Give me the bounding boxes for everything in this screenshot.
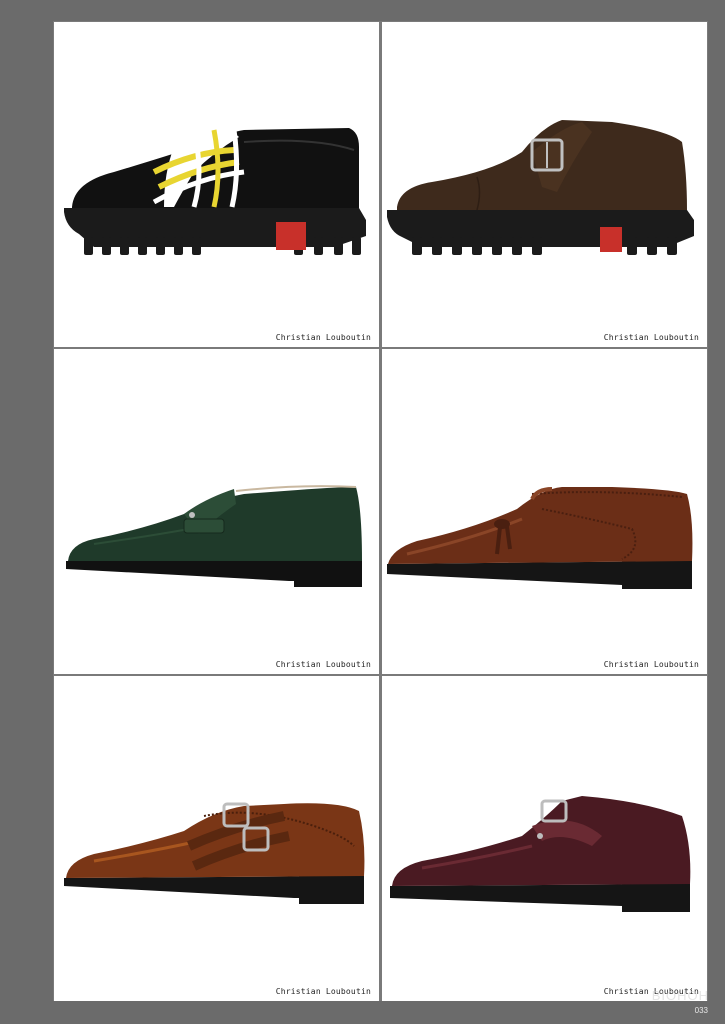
watermark: BIOHOH [651, 988, 709, 1003]
brand-caption: Christian Louboutin [603, 333, 699, 342]
green-loafer-image [66, 485, 362, 587]
black-patent-loafer-image [64, 128, 366, 255]
brown-suede-monk-image [387, 120, 694, 255]
panel-middle-left: Christian Louboutin [54, 349, 379, 674]
panel-bottom-right: Christian Louboutin [382, 676, 707, 1001]
panel-bottom-left: Christian Louboutin [54, 676, 379, 1001]
panel-middle-right: Christian Louboutin [382, 349, 707, 674]
catalog-sheet: Christian Louboutin Christian Louboutin [53, 21, 708, 1001]
brand-caption: Christian Louboutin [275, 660, 371, 669]
brown-tassel-loafer-image [387, 487, 693, 589]
brand-caption: Christian Louboutin [275, 987, 371, 996]
page-number: 033 [694, 1006, 708, 1015]
brand-caption: Christian Louboutin [275, 333, 371, 342]
brown-double-monk-image [64, 802, 365, 904]
burgundy-monk-image [390, 796, 691, 912]
brand-caption: Christian Louboutin [603, 660, 699, 669]
panel-top-left: Christian Louboutin [54, 22, 379, 347]
panel-top-right: Christian Louboutin [382, 22, 707, 347]
